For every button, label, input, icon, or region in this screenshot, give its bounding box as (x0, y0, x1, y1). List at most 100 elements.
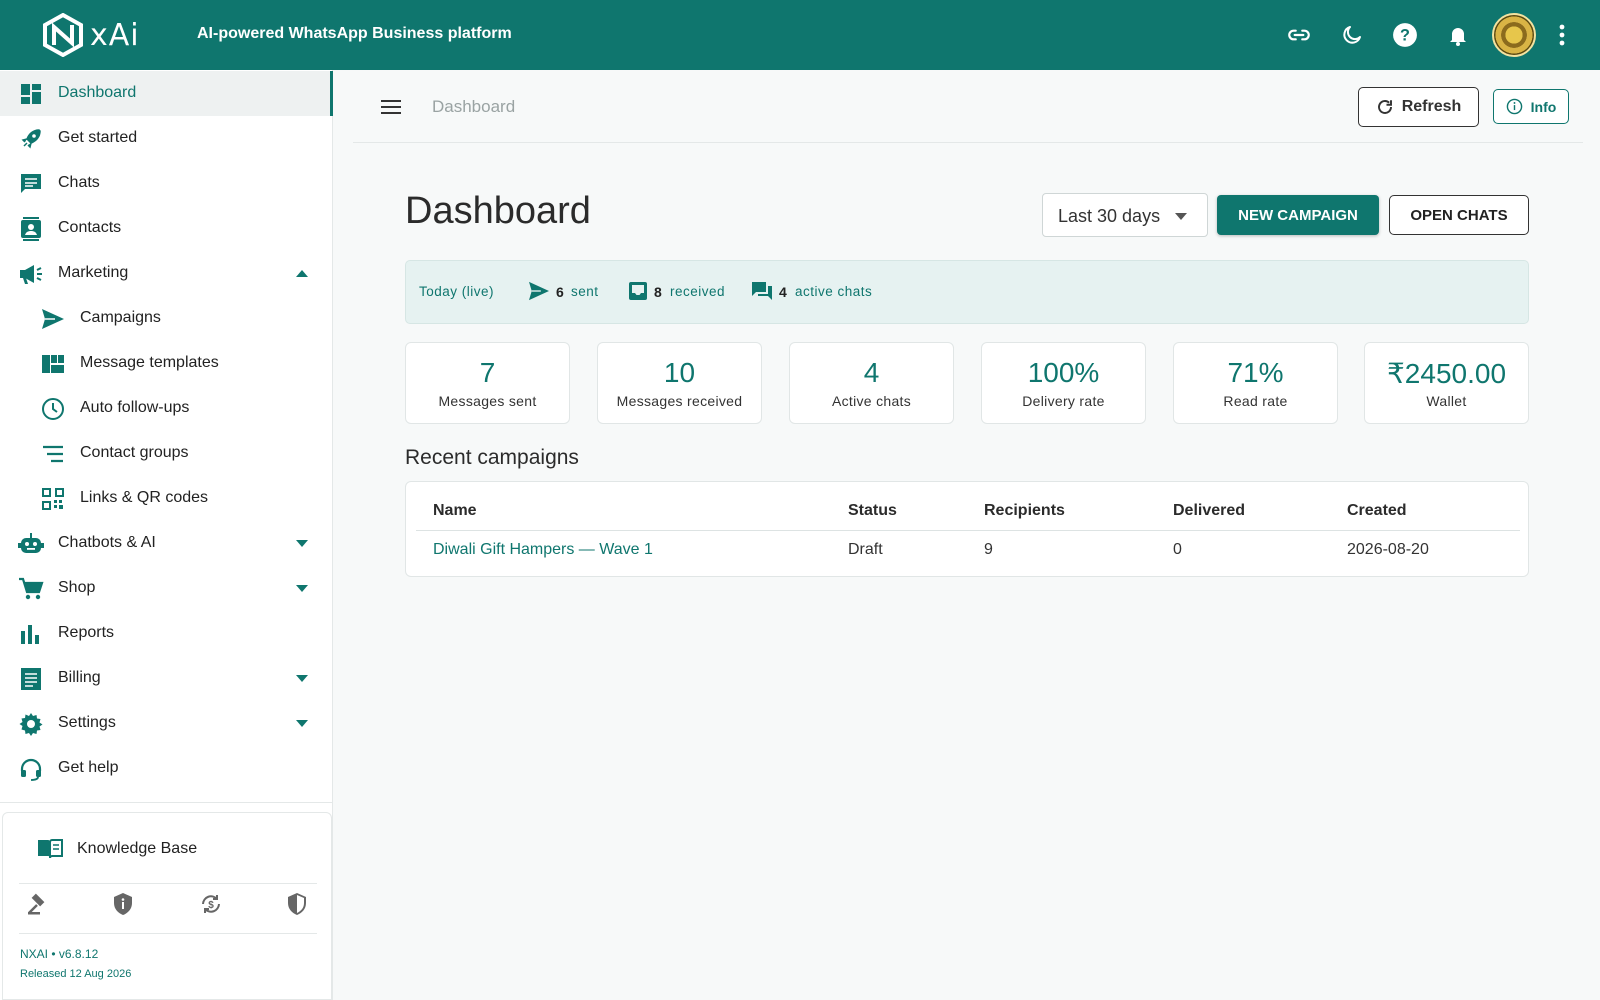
column-header-created[interactable]: Created (1347, 502, 1407, 520)
chevron-down-icon[interactable] (296, 675, 308, 682)
sidebar-item-chatbots-ai[interactable]: Chatbots & AI (0, 521, 333, 566)
link-icon[interactable] (1272, 0, 1325, 70)
sidebar-item-shop[interactable]: Shop (0, 566, 333, 611)
list-icon (40, 441, 66, 467)
stat-card-messages-received: 10 Messages received (597, 342, 762, 424)
cart-icon (18, 576, 44, 602)
top-actions: ? (1272, 0, 1580, 70)
sidebar-item-message-templates[interactable]: Message templates (0, 341, 333, 386)
stat-label: Wallet (1426, 393, 1467, 409)
gavel-icon[interactable] (25, 891, 51, 917)
help-icon[interactable]: ? (1378, 0, 1431, 70)
column-header-recipients[interactable]: Recipients (984, 502, 1065, 520)
breadcrumb: Dashboard (432, 97, 516, 116)
stat-value: 71% (1227, 357, 1284, 388)
chevron-down-icon[interactable] (296, 720, 308, 727)
stat-value: ₹2450.00 (1386, 358, 1507, 389)
chevron-down-icon (1175, 213, 1187, 220)
bell-icon[interactable] (1431, 0, 1484, 70)
gear-icon (18, 711, 44, 737)
sent-count: 6 (556, 284, 564, 300)
active-count: 4 (779, 284, 787, 300)
stat-value: 10 (663, 357, 696, 388)
app-version: NXAI • v6.8.12 (20, 947, 99, 961)
stat-card-delivery-rate: 100% Delivery rate (981, 342, 1146, 424)
received-label: received (670, 284, 726, 299)
header-divider (416, 530, 1520, 531)
svg-text:?: ? (1400, 26, 1410, 44)
column-header-status[interactable]: Status (848, 502, 897, 520)
chevron-up-icon[interactable] (296, 270, 308, 277)
more-vert-icon[interactable] (1544, 0, 1580, 70)
stat-label: Messages sent (438, 393, 537, 409)
stat-value: 7 (479, 357, 496, 388)
live-stats-bar: Today (live) 6 sent 8 received 4 active … (405, 260, 1529, 324)
dashboard-icon (18, 81, 44, 107)
new-campaign-button[interactable]: NEW CAMPAIGN (1217, 195, 1379, 235)
sidebar-item-settings[interactable]: Settings (0, 701, 333, 746)
sidebar-item-get-help[interactable]: Get help (0, 746, 333, 791)
sidebar-item-label: Dashboard (58, 84, 137, 101)
security-icon[interactable] (284, 891, 310, 917)
qr-icon (40, 486, 66, 512)
sidebar-item-label: Auto follow-ups (80, 399, 190, 416)
sidebar-item-label: Marketing (58, 264, 129, 281)
date-range-select[interactable]: Last 30 days (1042, 193, 1208, 237)
privacy-icon[interactable] (110, 891, 136, 917)
sidebar-item-marketing[interactable]: Marketing (0, 251, 333, 296)
book-icon (37, 837, 63, 864)
sidebar-item-label: Reports (58, 624, 115, 641)
sidebar-item-links-qr[interactable]: Links & QR codes (0, 476, 333, 521)
sidebar-item-get-started[interactable]: Get started (0, 116, 333, 161)
stat-value: 4 (863, 357, 880, 388)
refresh-button[interactable]: Refresh (1358, 87, 1479, 127)
info-icon (1506, 98, 1522, 115)
campaign-delivered: 0 (1173, 541, 1182, 558)
date-range-value: Last 30 days (1058, 206, 1161, 226)
sidebar-item-label: Links & QR codes (80, 489, 209, 506)
sidebar-item-dashboard[interactable]: Dashboard (0, 71, 333, 116)
knowledge-base-link[interactable]: Knowledge Base (3, 825, 333, 871)
sidebar-item-campaigns[interactable]: Campaigns (0, 296, 333, 341)
refund-icon[interactable]: $ (198, 891, 224, 917)
clock-icon (40, 396, 66, 422)
app-tagline: AI-powered WhatsApp Business platform (197, 25, 512, 42)
recent-campaigns-table: Name Status Recipients Delivered Created… (405, 481, 1529, 577)
sidebar-footer-card: Knowledge Base $ NXAI • v6.8.12 Released… (2, 812, 332, 1000)
campaign-name-link[interactable]: Diwali Gift Hampers — Wave 1 (433, 541, 653, 559)
sidebar-item-label: Campaigns (80, 309, 161, 326)
sidebar-item-label: Contacts (58, 219, 122, 236)
sidebar-item-label: Message templates (80, 354, 219, 371)
policy-links: $ (3, 881, 333, 927)
sidebar-item-label: Get started (58, 129, 138, 146)
received-count: 8 (654, 284, 662, 300)
column-header-delivered[interactable]: Delivered (1173, 502, 1245, 520)
sidebar-item-label: Contact groups (80, 444, 189, 461)
divider (19, 933, 317, 934)
chevron-down-icon[interactable] (296, 540, 308, 547)
info-button[interactable]: Info (1493, 89, 1569, 124)
sidebar-item-reports[interactable]: Reports (0, 611, 333, 656)
column-header-name[interactable]: Name (433, 502, 477, 520)
chevron-down-icon[interactable] (296, 585, 308, 592)
knowledge-base-label: Knowledge Base (77, 840, 198, 857)
stat-label: Messages received (616, 393, 743, 409)
contacts-icon (18, 216, 44, 242)
sidebar-item-auto-follow-ups[interactable]: Auto follow-ups (0, 386, 333, 431)
app-logo[interactable]: xAi (42, 13, 140, 57)
svg-text:$: $ (208, 900, 214, 911)
logo-text: xAi (90, 17, 140, 53)
avatar[interactable] (1492, 13, 1536, 57)
forum-icon (751, 281, 773, 306)
menu-icon[interactable] (378, 94, 404, 120)
stat-card-wallet: ₹2450.00 Wallet (1364, 342, 1529, 424)
sidebar-item-chats[interactable]: Chats (0, 161, 333, 206)
open-chats-button[interactable]: OPEN CHATS (1389, 195, 1529, 235)
send-icon (40, 306, 66, 332)
moon-icon[interactable] (1325, 0, 1378, 70)
sidebar-item-contacts[interactable]: Contacts (0, 206, 333, 251)
sidebar-item-billing[interactable]: Billing (0, 656, 333, 701)
sidebar-item-contact-groups[interactable]: Contact groups (0, 431, 333, 476)
stat-card-active-chats: 4 Active chats (789, 342, 954, 424)
header-divider (353, 142, 1583, 143)
